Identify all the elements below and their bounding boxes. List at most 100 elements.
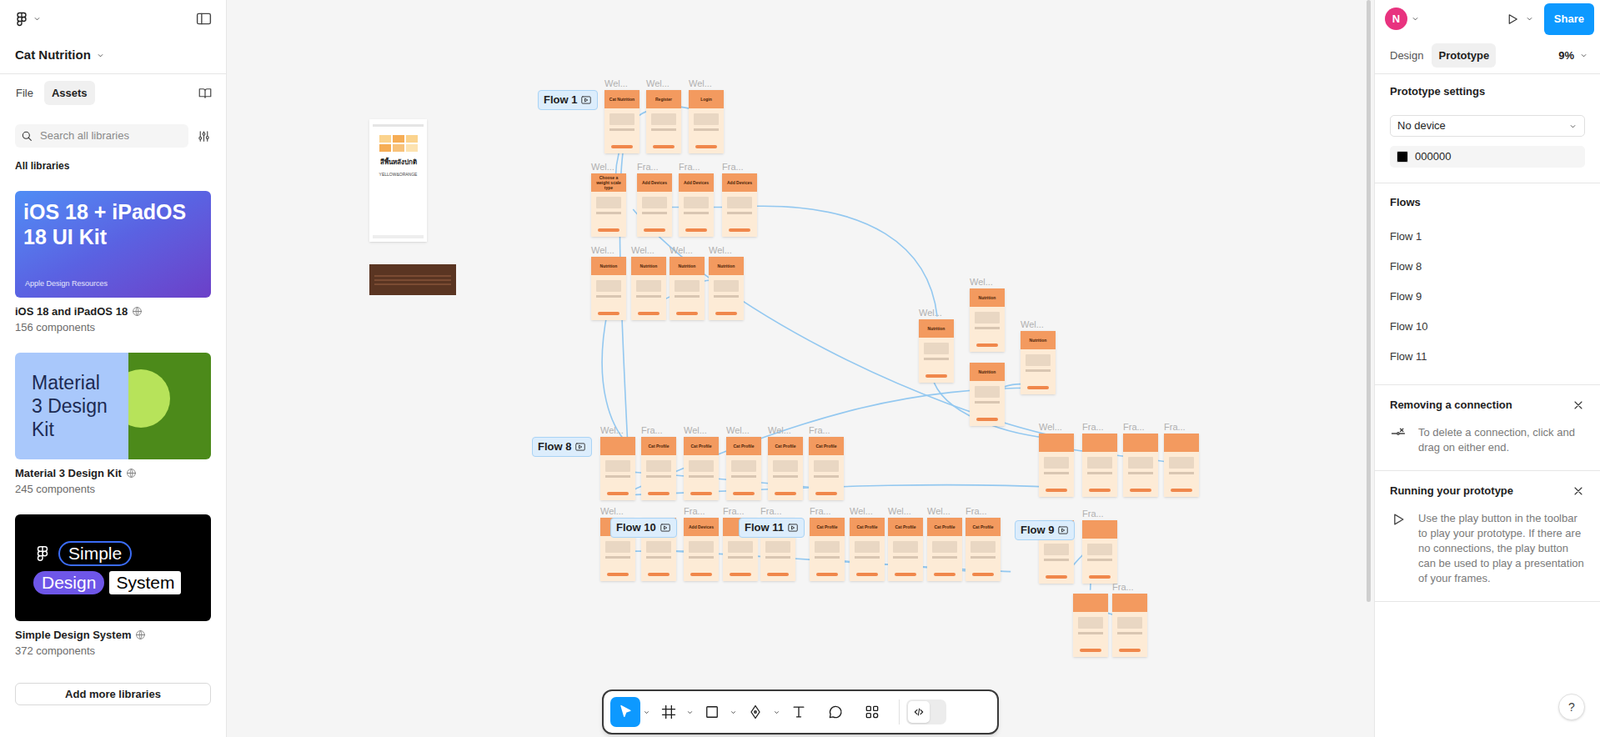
prototype-frame[interactable]: Wel...Cat Profile	[887, 517, 923, 582]
prototype-frame[interactable]: Fra...Add Devices	[683, 517, 719, 582]
avatar-menu[interactable]: N	[1384, 7, 1420, 31]
dev-mode-toggle[interactable]	[906, 699, 947, 725]
prototype-frame[interactable]: Fra...	[1163, 433, 1199, 497]
library-name[interactable]: iOS 18 and iPadOS 18	[15, 304, 128, 319]
prototype-frame[interactable]: Wel...Cat Profile	[683, 436, 719, 501]
canvas-scrollbar[interactable]	[1366, 0, 1371, 602]
tool-button[interactable]	[783, 697, 814, 728]
prototype-frame[interactable]: Wel...	[600, 436, 636, 501]
canvas[interactable]: Wel...Cat NutritionWel...RegisterWel...L…	[226, 0, 1375, 737]
flow-label[interactable]: Flow 11	[738, 517, 805, 538]
prototype-frame[interactable]: Wel...Login	[688, 90, 724, 154]
prototype-frame[interactable]: Nutrition	[969, 362, 1005, 427]
prototype-frame[interactable]: Fra...Cat Profile	[641, 436, 677, 501]
tool-button[interactable]	[653, 697, 684, 728]
flow-label[interactable]: Flow 9	[1014, 520, 1075, 541]
prototype-frame[interactable]: Wel...Nutrition	[631, 256, 667, 321]
background-color-field[interactable]: 000000	[1389, 145, 1585, 168]
prototype-frame[interactable]: Fra...	[1082, 433, 1118, 497]
prototype-frame[interactable]: Wel...Register	[646, 90, 682, 154]
library-count: 372 components	[15, 643, 211, 658]
flow-label[interactable]: Flow 10	[610, 517, 678, 538]
flow-name[interactable]: Flow 10	[1389, 318, 1429, 336]
flow-label-text[interactable]: Flow 1	[543, 91, 577, 109]
color-swatch[interactable]	[1396, 150, 1409, 163]
prototype-frame[interactable]: Wel...Nutrition	[669, 256, 705, 321]
image-block[interactable]	[369, 264, 457, 296]
color-hex[interactable]: 000000	[1414, 148, 1451, 166]
prototype-frame[interactable]: Wel...	[1038, 433, 1074, 497]
user-avatar[interactable]: N	[1384, 7, 1408, 31]
prototype-frame[interactable]: Wel...Cat Profile	[927, 517, 963, 582]
tool-button[interactable]	[820, 697, 851, 728]
prototype-frame[interactable]: Fra...Add Devices	[678, 173, 714, 237]
tool-dropdown[interactable]	[770, 708, 783, 717]
tool-dropdown[interactable]	[683, 708, 696, 717]
tool-button[interactable]	[740, 697, 771, 728]
file-name[interactable]: Cat Nutrition	[15, 45, 91, 66]
panel-tab[interactable]: Prototype	[1431, 43, 1496, 69]
flow-label-text[interactable]: Flow 11	[744, 519, 784, 537]
device-dropdown[interactable]: No device	[1389, 115, 1585, 137]
library-card[interactable]: iOS 18 + iPadOS 18 UI KitApple Design Re…	[15, 190, 211, 335]
prototype-frame[interactable]: Fra...	[1123, 433, 1159, 497]
share-button[interactable]: Share	[1544, 3, 1595, 36]
library-thumbnail[interactable]: Material 3 Design Kit	[15, 352, 211, 460]
flow-item[interactable]: Flow 11	[1389, 341, 1585, 372]
prototype-frame[interactable]: Wel...Cat Profile	[849, 517, 885, 582]
prototype-frame[interactable]	[1073, 593, 1109, 658]
prototype-frame[interactable]: Fra...	[1082, 520, 1118, 584]
flow-label-text[interactable]: Flow 9	[1020, 521, 1054, 539]
flow-name[interactable]: Flow 8	[1389, 258, 1422, 276]
flow-item[interactable]: Flow 8	[1389, 251, 1585, 282]
search-input[interactable]	[40, 127, 184, 145]
library-name[interactable]: Simple Design System	[15, 627, 131, 643]
library-name[interactable]: Material 3 Design Kit	[15, 466, 122, 481]
tool-button[interactable]	[697, 697, 728, 728]
zoom-menu[interactable]: 9%	[1558, 47, 1592, 65]
flow-label[interactable]: Flow 1	[537, 90, 598, 111]
tool-button[interactable]	[857, 697, 888, 728]
prototype-frame[interactable]: Wel...Nutrition	[969, 288, 1005, 352]
panel-tab[interactable]: Design	[1383, 43, 1430, 69]
search-field[interactable]	[15, 124, 189, 148]
prototype-frame[interactable]: Wel...Nutrition	[918, 319, 954, 383]
tool-dropdown[interactable]	[640, 708, 653, 717]
prototype-frame[interactable]: Fra...	[1112, 593, 1148, 658]
prototype-frame[interactable]: Fra...Cat Profile	[808, 436, 844, 501]
panel-tab[interactable]: Assets	[44, 80, 96, 106]
prototype-frame[interactable]: Wel...Cat Profile	[767, 436, 803, 501]
flow-item[interactable]: Flow 1	[1389, 221, 1585, 252]
zoom-level[interactable]: 9%	[1558, 47, 1575, 65]
prototype-frame[interactable]: Wel...Cat Profile	[726, 436, 762, 501]
phone-mockup[interactable]: สีพื้นหลังปกติYELLOW&ORANGE	[369, 119, 427, 242]
tool-button[interactable]	[610, 697, 641, 728]
file-name-row[interactable]: Cat Nutrition	[0, 37, 226, 75]
prototype-frame[interactable]: Wel...Nutrition	[708, 256, 744, 321]
flow-item[interactable]: Flow 9	[1389, 281, 1585, 312]
prototype-frame[interactable]: Wel...Nutrition	[1020, 331, 1056, 395]
main-menu[interactable]	[13, 10, 42, 28]
prototype-frame[interactable]: Wel...Choose a weight scale type	[591, 173, 627, 237]
prototype-frame[interactable]: Fra...Cat Profile	[809, 517, 845, 582]
add-libraries-button[interactable]: Add more libraries	[15, 682, 211, 706]
prototype-frame[interactable]: Fra...Cat Profile	[965, 517, 1001, 582]
flow-label-text[interactable]: Flow 10	[616, 519, 657, 537]
flow-name[interactable]: Flow 1	[1389, 228, 1422, 246]
prototype-frame[interactable]: Fra...Add Devices	[722, 173, 758, 237]
prototype-frame[interactable]: Wel...Cat Nutrition	[604, 90, 640, 154]
flow-name[interactable]: Flow 11	[1389, 348, 1428, 366]
library-card[interactable]: SimpleDesignSystem Simple Design System37…	[15, 514, 211, 658]
flow-label-text[interactable]: Flow 8	[537, 438, 572, 456]
library-card[interactable]: Material 3 Design Kit Material 3 Design K…	[15, 352, 211, 497]
help-button[interactable]: ?	[1558, 693, 1585, 721]
flow-label[interactable]: Flow 8	[531, 436, 592, 457]
library-thumbnail[interactable]: SimpleDesignSystem	[15, 514, 211, 622]
library-thumbnail[interactable]: iOS 18 + iPadOS 18 UI KitApple Design Re…	[15, 190, 211, 298]
flow-name[interactable]: Flow 9	[1389, 288, 1422, 306]
tool-dropdown[interactable]	[727, 708, 739, 717]
panel-tab[interactable]: File	[8, 80, 41, 106]
flow-item[interactable]: Flow 10	[1389, 311, 1585, 342]
prototype-frame[interactable]: Fra...Add Devices	[636, 173, 673, 237]
prototype-frame[interactable]: Wel...Nutrition	[591, 256, 627, 321]
